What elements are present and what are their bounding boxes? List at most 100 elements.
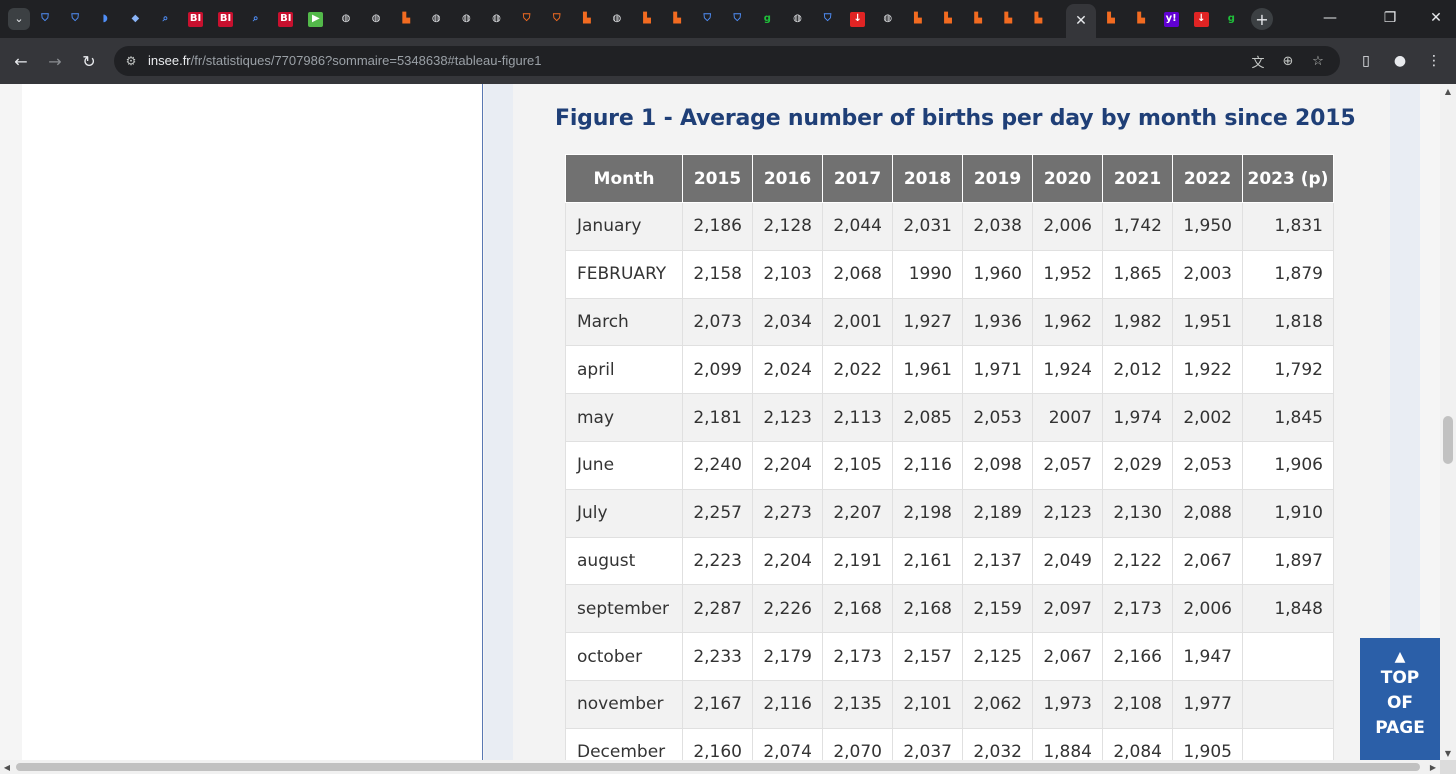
browser-tab[interactable]: ▙: [907, 7, 929, 31]
births-value-cell: 2,084: [1102, 727, 1173, 760]
browser-tab[interactable]: ◍: [335, 7, 357, 31]
substack-favicon-icon: ▙: [643, 13, 651, 24]
births-value-cell: 2,029: [1102, 440, 1173, 490]
browser-tab[interactable]: ◆: [124, 7, 146, 31]
vertical-scroll-thumb[interactable]: [1443, 416, 1453, 464]
zoom-icon[interactable]: ⊕: [1278, 51, 1298, 71]
births-value-cell: 2,067: [1172, 536, 1243, 586]
shield-favicon-icon: ⛉: [71, 13, 79, 24]
browser-tab[interactable]: ⛉: [64, 7, 86, 31]
menu-icon[interactable]: ⋮: [1424, 51, 1444, 71]
births-value-cell: 2,135: [822, 679, 893, 729]
browser-tab[interactable]: ◍: [606, 7, 628, 31]
browser-tab[interactable]: ▙: [1130, 7, 1152, 31]
site-info-icon[interactable]: ⚙: [122, 52, 140, 70]
shield-favicon-icon: ⛉: [552, 13, 561, 24]
browser-tab[interactable]: ▙: [636, 7, 658, 31]
browser-tab[interactable]: ↓: [1190, 7, 1212, 31]
browser-tab[interactable]: ◍: [787, 7, 809, 31]
top-label-line1: TOP: [1380, 668, 1420, 688]
bookmark-star-icon[interactable]: ☆: [1308, 51, 1328, 71]
horizontal-scroll-thumb[interactable]: [16, 763, 1420, 771]
translate-icon[interactable]: 文: [1248, 51, 1268, 71]
browser-tab[interactable]: ▙: [666, 7, 688, 31]
scroll-down-icon[interactable]: ▼: [1440, 746, 1456, 760]
vertical-scrollbar[interactable]: ▲ ▼: [1440, 84, 1456, 760]
browser-tab[interactable]: ◗: [94, 7, 116, 31]
births-value-cell: 1,952: [1032, 249, 1103, 299]
browser-tab[interactable]: ⛉: [696, 7, 718, 31]
address-bar[interactable]: ⚙ insee.fr/fr/statistiques/7707986?somma…: [114, 46, 1340, 76]
browser-tab[interactable]: ◍: [425, 7, 447, 31]
browser-tab[interactable]: ⛉: [34, 7, 56, 31]
browser-tab[interactable]: ↓: [847, 7, 869, 31]
births-value-cell: 2,053: [962, 393, 1033, 442]
browser-tab[interactable]: g: [1220, 7, 1242, 31]
top-of-page-button[interactable]: ▲ TOP OF PAGE: [1360, 638, 1440, 760]
browser-tab[interactable]: ⛉: [516, 7, 538, 31]
browser-tab[interactable]: ⌕: [154, 7, 176, 31]
browser-tab[interactable]: ▙: [937, 7, 959, 31]
births-value-cell: 2,074: [752, 727, 823, 760]
shield-favicon-icon: ⛉: [733, 13, 742, 24]
horizontal-scrollbar[interactable]: ◀ ▶: [0, 760, 1440, 774]
restore-icon[interactable]: ❐: [1380, 8, 1400, 28]
minimize-icon[interactable]: —: [1320, 8, 1340, 28]
active-tab[interactable]: ✕: [1066, 4, 1096, 38]
reload-icon[interactable]: ↻: [78, 50, 100, 72]
profile-icon[interactable]: ●: [1390, 51, 1410, 71]
browser-tab[interactable]: ⛉: [726, 7, 748, 31]
births-value-cell: 2,125: [962, 632, 1033, 681]
births-value-cell: 2,006: [1032, 202, 1103, 251]
new-tab-button[interactable]: +: [1251, 8, 1273, 30]
browser-tab[interactable]: ◍: [365, 7, 387, 31]
browser-tab[interactable]: ⛉: [817, 7, 839, 31]
bi-favicon-icon: BI: [218, 11, 234, 27]
browser-tab[interactable]: ▶: [305, 7, 327, 31]
browser-tab[interactable]: ▙: [997, 7, 1019, 31]
browser-tab[interactable]: BI: [215, 7, 237, 31]
scroll-up-icon[interactable]: ▲: [1440, 84, 1456, 98]
births-value-cell: 1,845: [1242, 393, 1334, 442]
browser-tab[interactable]: y!: [1160, 7, 1182, 31]
close-tab-icon[interactable]: ✕: [1075, 13, 1087, 29]
browser-tab[interactable]: ◍: [455, 7, 477, 31]
browser-tab[interactable]: ▙: [576, 7, 598, 31]
births-value-cell: 1,897: [1242, 536, 1334, 586]
browser-tab[interactable]: ▙: [395, 7, 417, 31]
births-value-cell: 2,161: [892, 536, 963, 586]
substack-favicon-icon: ▙: [1107, 13, 1115, 24]
scroll-left-icon[interactable]: ◀: [0, 760, 14, 774]
close-window-icon[interactable]: ✕: [1426, 8, 1446, 28]
column-header-year: 2021: [1102, 154, 1173, 203]
month-cell: March: [565, 297, 683, 347]
url-text[interactable]: insee.fr/fr/statistiques/7707986?sommair…: [148, 53, 542, 68]
browser-tab[interactable]: ⌕: [245, 7, 267, 31]
month-cell: FEBRUARY: [565, 249, 683, 299]
tab-search-chevron-icon[interactable]: ⌄: [8, 8, 30, 30]
browser-tab[interactable]: ▙: [1027, 7, 1049, 31]
top-label-line2: OF: [1386, 693, 1414, 713]
back-icon[interactable]: ←: [10, 50, 32, 72]
scroll-right-icon[interactable]: ▶: [1426, 760, 1440, 774]
column-header-year: 2022: [1172, 154, 1243, 203]
births-value-cell: 2,123: [1032, 488, 1103, 538]
table-row: December 2,160 2,074 2,070 2,037 2,032 1,884 2,…: [565, 727, 1334, 760]
browser-tab[interactable]: ⛉: [546, 7, 568, 31]
forward-icon[interactable]: →: [44, 50, 66, 72]
side-panel-icon[interactable]: ▯: [1356, 51, 1376, 71]
browser-tab[interactable]: ◍: [877, 7, 899, 31]
browser-tab[interactable]: ▙: [967, 7, 989, 31]
g-favicon-icon: g: [763, 13, 771, 24]
browser-tab[interactable]: ◍: [486, 7, 508, 31]
births-value-cell: 1,910: [1242, 488, 1334, 538]
substack-favicon-icon: ▙: [944, 13, 952, 24]
births-value-cell: 2,233: [682, 632, 753, 681]
browser-tab[interactable]: g: [756, 7, 778, 31]
browser-tab[interactable]: BI: [275, 7, 297, 31]
births-value-cell: 2,034: [752, 297, 823, 347]
browser-tab[interactable]: ▙: [1100, 7, 1122, 31]
births-value-cell: 1,879: [1242, 249, 1334, 299]
shield-favicon-icon: ⛉: [703, 13, 711, 24]
browser-tab[interactable]: BI: [185, 7, 207, 31]
